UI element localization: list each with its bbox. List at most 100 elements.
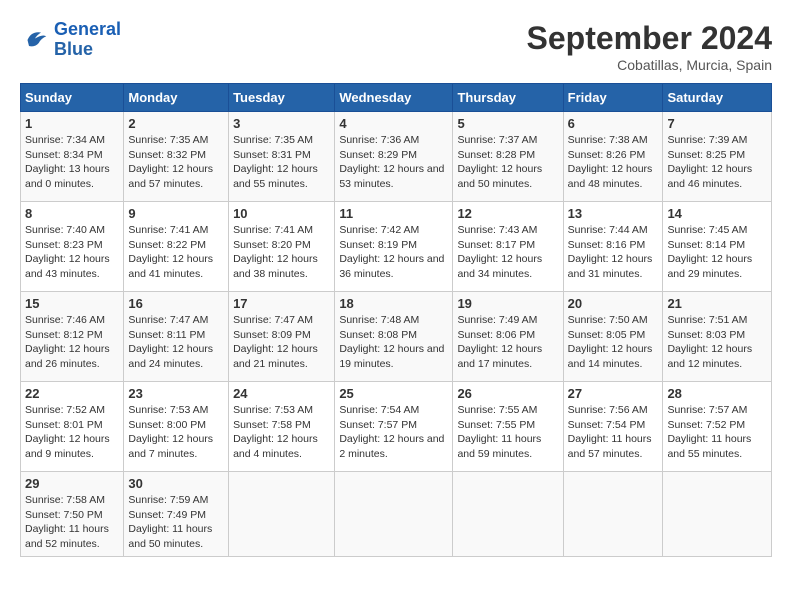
day-info: Sunrise: 7:47 AM Sunset: 8:09 PM Dayligh…	[233, 313, 330, 372]
day-number: 27	[568, 386, 659, 401]
day-number: 3	[233, 116, 330, 131]
calendar-day-cell: 5 Sunrise: 7:37 AM Sunset: 8:28 PM Dayli…	[453, 112, 563, 202]
day-number: 8	[25, 206, 119, 221]
day-number: 23	[128, 386, 224, 401]
calendar-day-cell: 26 Sunrise: 7:55 AM Sunset: 7:55 PM Dayl…	[453, 382, 563, 472]
title-block: September 2024 Cobatillas, Murcia, Spain	[527, 20, 772, 73]
calendar-day-cell	[229, 472, 335, 557]
day-info: Sunrise: 7:49 AM Sunset: 8:06 PM Dayligh…	[457, 313, 558, 372]
calendar-day-cell: 13 Sunrise: 7:44 AM Sunset: 8:16 PM Dayl…	[563, 202, 663, 292]
calendar-day-cell: 4 Sunrise: 7:36 AM Sunset: 8:29 PM Dayli…	[335, 112, 453, 202]
calendar-day-cell: 18 Sunrise: 7:48 AM Sunset: 8:08 PM Dayl…	[335, 292, 453, 382]
day-info: Sunrise: 7:44 AM Sunset: 8:16 PM Dayligh…	[568, 223, 659, 282]
day-number: 17	[233, 296, 330, 311]
page-header: General Blue September 2024 Cobatillas, …	[20, 20, 772, 73]
day-number: 9	[128, 206, 224, 221]
day-info: Sunrise: 7:48 AM Sunset: 8:08 PM Dayligh…	[339, 313, 448, 372]
day-number: 28	[667, 386, 767, 401]
day-number: 7	[667, 116, 767, 131]
day-number: 4	[339, 116, 448, 131]
calendar-week-row: 15 Sunrise: 7:46 AM Sunset: 8:12 PM Dayl…	[21, 292, 772, 382]
day-number: 13	[568, 206, 659, 221]
day-info: Sunrise: 7:35 AM Sunset: 8:32 PM Dayligh…	[128, 133, 224, 192]
weekday-header: Monday	[124, 84, 229, 112]
day-info: Sunrise: 7:40 AM Sunset: 8:23 PM Dayligh…	[25, 223, 119, 282]
calendar-day-cell: 9 Sunrise: 7:41 AM Sunset: 8:22 PM Dayli…	[124, 202, 229, 292]
day-number: 30	[128, 476, 224, 491]
calendar-day-cell: 10 Sunrise: 7:41 AM Sunset: 8:20 PM Dayl…	[229, 202, 335, 292]
calendar-day-cell: 25 Sunrise: 7:54 AM Sunset: 7:57 PM Dayl…	[335, 382, 453, 472]
day-number: 12	[457, 206, 558, 221]
calendar-day-cell: 7 Sunrise: 7:39 AM Sunset: 8:25 PM Dayli…	[663, 112, 772, 202]
day-info: Sunrise: 7:55 AM Sunset: 7:55 PM Dayligh…	[457, 403, 558, 462]
day-number: 11	[339, 206, 448, 221]
day-info: Sunrise: 7:38 AM Sunset: 8:26 PM Dayligh…	[568, 133, 659, 192]
calendar-day-cell: 8 Sunrise: 7:40 AM Sunset: 8:23 PM Dayli…	[21, 202, 124, 292]
calendar-day-cell: 20 Sunrise: 7:50 AM Sunset: 8:05 PM Dayl…	[563, 292, 663, 382]
day-info: Sunrise: 7:56 AM Sunset: 7:54 PM Dayligh…	[568, 403, 659, 462]
calendar-week-row: 29 Sunrise: 7:58 AM Sunset: 7:50 PM Dayl…	[21, 472, 772, 557]
logo-icon	[20, 25, 50, 55]
calendar-day-cell: 19 Sunrise: 7:49 AM Sunset: 8:06 PM Dayl…	[453, 292, 563, 382]
day-info: Sunrise: 7:52 AM Sunset: 8:01 PM Dayligh…	[25, 403, 119, 462]
day-number: 25	[339, 386, 448, 401]
day-info: Sunrise: 7:53 AM Sunset: 8:00 PM Dayligh…	[128, 403, 224, 462]
day-number: 6	[568, 116, 659, 131]
day-number: 26	[457, 386, 558, 401]
calendar-day-cell: 16 Sunrise: 7:47 AM Sunset: 8:11 PM Dayl…	[124, 292, 229, 382]
calendar-day-cell	[453, 472, 563, 557]
day-info: Sunrise: 7:39 AM Sunset: 8:25 PM Dayligh…	[667, 133, 767, 192]
logo-text: General Blue	[54, 20, 121, 60]
logo: General Blue	[20, 20, 121, 60]
month-title: September 2024	[527, 20, 772, 57]
day-number: 21	[667, 296, 767, 311]
day-info: Sunrise: 7:42 AM Sunset: 8:19 PM Dayligh…	[339, 223, 448, 282]
calendar-day-cell: 27 Sunrise: 7:56 AM Sunset: 7:54 PM Dayl…	[563, 382, 663, 472]
day-number: 15	[25, 296, 119, 311]
calendar-day-cell: 17 Sunrise: 7:47 AM Sunset: 8:09 PM Dayl…	[229, 292, 335, 382]
calendar-week-row: 8 Sunrise: 7:40 AM Sunset: 8:23 PM Dayli…	[21, 202, 772, 292]
day-info: Sunrise: 7:37 AM Sunset: 8:28 PM Dayligh…	[457, 133, 558, 192]
weekday-header: Thursday	[453, 84, 563, 112]
calendar-day-cell: 22 Sunrise: 7:52 AM Sunset: 8:01 PM Dayl…	[21, 382, 124, 472]
day-number: 24	[233, 386, 330, 401]
day-number: 16	[128, 296, 224, 311]
weekday-header: Friday	[563, 84, 663, 112]
day-info: Sunrise: 7:59 AM Sunset: 7:49 PM Dayligh…	[128, 493, 224, 552]
weekday-header: Sunday	[21, 84, 124, 112]
calendar-week-row: 22 Sunrise: 7:52 AM Sunset: 8:01 PM Dayl…	[21, 382, 772, 472]
day-info: Sunrise: 7:36 AM Sunset: 8:29 PM Dayligh…	[339, 133, 448, 192]
calendar-table: SundayMondayTuesdayWednesdayThursdayFrid…	[20, 83, 772, 557]
logo-general: General	[54, 19, 121, 39]
calendar-day-cell: 3 Sunrise: 7:35 AM Sunset: 8:31 PM Dayli…	[229, 112, 335, 202]
day-number: 29	[25, 476, 119, 491]
logo-blue: Blue	[54, 40, 121, 60]
day-info: Sunrise: 7:34 AM Sunset: 8:34 PM Dayligh…	[25, 133, 119, 192]
calendar-day-cell: 6 Sunrise: 7:38 AM Sunset: 8:26 PM Dayli…	[563, 112, 663, 202]
day-number: 2	[128, 116, 224, 131]
day-number: 10	[233, 206, 330, 221]
day-info: Sunrise: 7:45 AM Sunset: 8:14 PM Dayligh…	[667, 223, 767, 282]
day-info: Sunrise: 7:47 AM Sunset: 8:11 PM Dayligh…	[128, 313, 224, 372]
calendar-day-cell: 1 Sunrise: 7:34 AM Sunset: 8:34 PM Dayli…	[21, 112, 124, 202]
weekday-header: Saturday	[663, 84, 772, 112]
weekday-header: Tuesday	[229, 84, 335, 112]
day-info: Sunrise: 7:46 AM Sunset: 8:12 PM Dayligh…	[25, 313, 119, 372]
calendar-day-cell: 28 Sunrise: 7:57 AM Sunset: 7:52 PM Dayl…	[663, 382, 772, 472]
weekday-header: Wednesday	[335, 84, 453, 112]
day-number: 5	[457, 116, 558, 131]
day-info: Sunrise: 7:43 AM Sunset: 8:17 PM Dayligh…	[457, 223, 558, 282]
day-info: Sunrise: 7:51 AM Sunset: 8:03 PM Dayligh…	[667, 313, 767, 372]
day-info: Sunrise: 7:57 AM Sunset: 7:52 PM Dayligh…	[667, 403, 767, 462]
day-number: 22	[25, 386, 119, 401]
day-number: 18	[339, 296, 448, 311]
day-number: 19	[457, 296, 558, 311]
calendar-week-row: 1 Sunrise: 7:34 AM Sunset: 8:34 PM Dayli…	[21, 112, 772, 202]
calendar-day-cell	[663, 472, 772, 557]
day-info: Sunrise: 7:53 AM Sunset: 7:58 PM Dayligh…	[233, 403, 330, 462]
day-info: Sunrise: 7:41 AM Sunset: 8:20 PM Dayligh…	[233, 223, 330, 282]
calendar-day-cell: 23 Sunrise: 7:53 AM Sunset: 8:00 PM Dayl…	[124, 382, 229, 472]
calendar-day-cell	[335, 472, 453, 557]
day-info: Sunrise: 7:58 AM Sunset: 7:50 PM Dayligh…	[25, 493, 119, 552]
calendar-day-cell: 12 Sunrise: 7:43 AM Sunset: 8:17 PM Dayl…	[453, 202, 563, 292]
